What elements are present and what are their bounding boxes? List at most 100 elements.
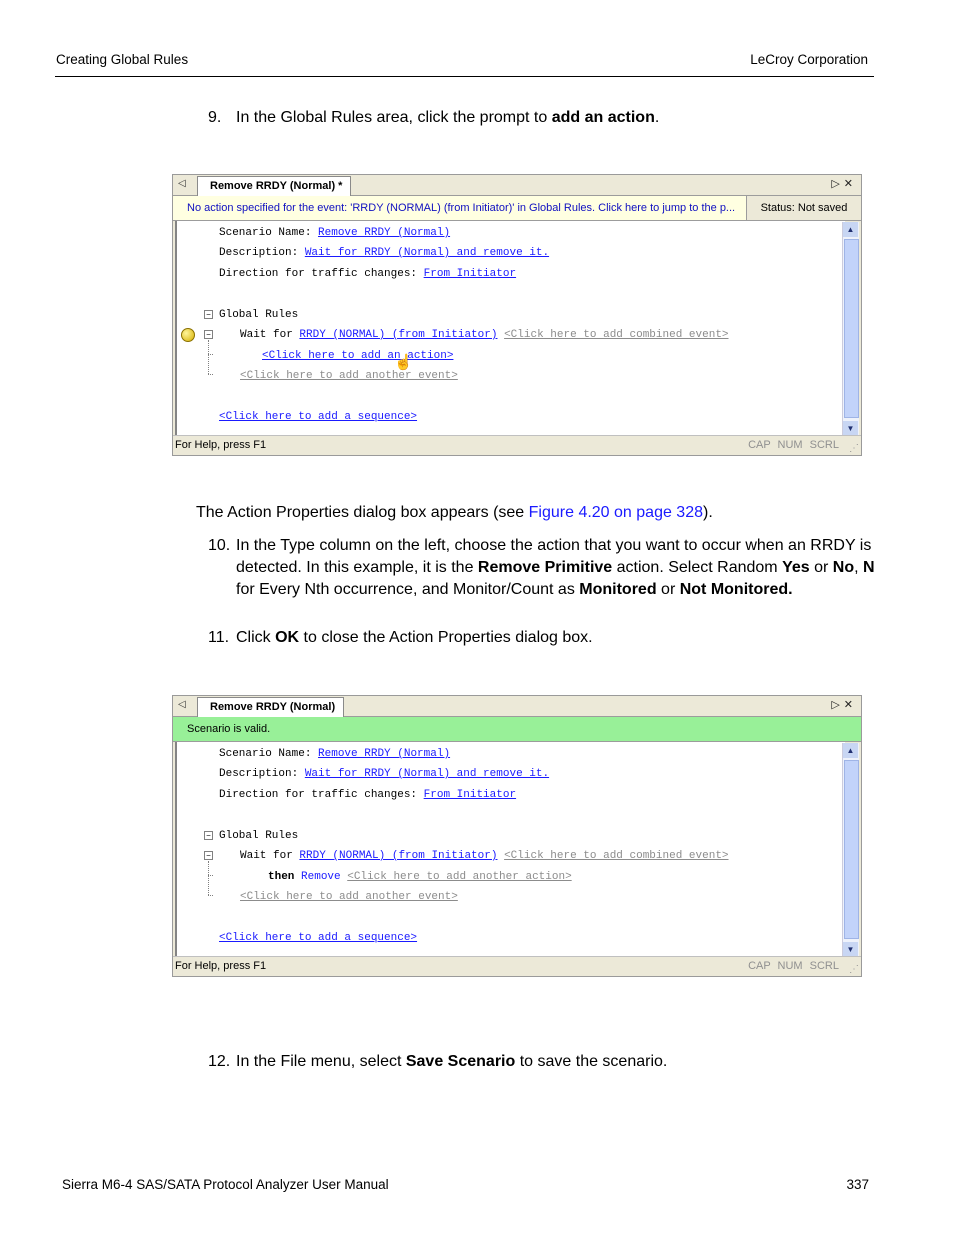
scenario-name-link[interactable]: Remove RRDY (Normal) — [318, 748, 450, 760]
add-another-action-link[interactable]: <Click here to add another action> — [347, 871, 571, 883]
add-combined-event-link[interactable]: <Click here to add combined event> — [504, 850, 728, 862]
add-event-link[interactable]: <Click here to add another event> — [240, 891, 458, 903]
tree-line — [208, 340, 209, 374]
triangle-left-icon[interactable]: ◁ — [178, 178, 186, 189]
direction-link[interactable]: From Initiator — [424, 268, 516, 280]
scenario-name-line: Scenario Name: Remove RRDY (Normal) — [219, 748, 451, 760]
event-line: Wait for RRDY (NORMAL) (from Initiator) … — [240, 850, 729, 862]
add-action-line: <Click here to add an action> — [262, 349, 453, 363]
yellow-circle-icon — [181, 328, 195, 342]
tab-bar: ◁ Remove RRDY (Normal) * ▷✕ — [173, 175, 861, 196]
event-link[interactable]: RRDY (NORMAL) (from Initiator) — [299, 850, 497, 862]
scroll-down-icon[interactable]: ▼ — [843, 942, 858, 957]
event-line: Wait for RRDY (NORMAL) (from Initiator) … — [240, 329, 729, 341]
action-link[interactable]: Remove — [301, 871, 341, 883]
step-number: 12. — [208, 1053, 231, 1070]
warning-message[interactable]: No action specified for the event: 'RRDY… — [187, 196, 735, 220]
running-footer-title: Sierra M6-4 SAS/SATA Protocol Analyzer U… — [62, 1177, 389, 1192]
tab-scenario[interactable]: Remove RRDY (Normal) * — [197, 176, 352, 196]
page-number: 337 — [846, 1177, 869, 1192]
tab-controls: ▷✕ — [831, 177, 857, 190]
add-sequence-line: <Click here to add a sequence> — [219, 931, 417, 945]
tab-scenario[interactable]: Remove RRDY (Normal) — [197, 697, 345, 717]
running-header-company: LeCroy Corporation — [750, 52, 868, 67]
action-line: then Remove <Click here to add another a… — [268, 871, 572, 883]
vertical-scrollbar[interactable]: ▲ ▼ — [842, 222, 859, 436]
status-bar: For Help, press F1 CAP NUM SCRL ⋰ — [173, 435, 861, 455]
direction-link[interactable]: From Initiator — [424, 789, 516, 801]
scroll-thumb[interactable] — [844, 239, 859, 418]
add-sequence-link[interactable]: <Click here to add a sequence> — [219, 932, 417, 944]
scenario-name-line: Scenario Name: Remove RRDY (Normal) — [219, 227, 451, 239]
tree-line — [208, 354, 213, 355]
tree-line — [208, 374, 213, 375]
scenario-name-link[interactable]: Remove RRDY (Normal) — [318, 227, 450, 239]
step-number: 10. — [208, 537, 231, 554]
step-bold: add an action — [551, 109, 655, 126]
scroll-up-icon[interactable]: ▲ — [843, 743, 858, 758]
resize-grip-icon[interactable]: ⋰ — [849, 960, 859, 979]
running-header-title: Creating Global Rules — [56, 52, 189, 67]
figure-reference-link[interactable]: Figure 4.20 on page 328 — [529, 504, 703, 521]
tab-controls: ▷✕ — [831, 698, 857, 711]
add-action-link[interactable]: <Click here to add an action> — [262, 350, 453, 362]
description-line: Description: Wait for RRDY (Normal) and … — [219, 768, 550, 780]
close-icon[interactable]: ✕ — [844, 178, 857, 190]
scenario-editor-window-2: ◁ Remove RRDY (Normal) ▷✕ Scenario is va… — [172, 695, 862, 977]
global-rules-label: Global Rules — [219, 830, 299, 842]
collapse-icon[interactable]: − — [204, 851, 213, 860]
help-text: For Help, press F1 — [175, 960, 267, 972]
rules-editor: Scenario Name: Remove RRDY (Normal) Desc… — [175, 742, 845, 956]
step-text: In the File menu, select — [236, 1053, 406, 1070]
event-link[interactable]: RRDY (NORMAL) (from Initiator) — [299, 329, 497, 341]
status-bar: For Help, press F1 CAP NUM SCRL ⋰ — [173, 956, 861, 976]
step-number: 11. — [208, 629, 230, 646]
message-bar[interactable]: No action specified for the event: 'RRDY… — [173, 196, 861, 221]
add-event-line: <Click here to add another event> — [240, 890, 458, 904]
step-11: 11. Click OK to close the Action Propert… — [208, 627, 878, 649]
dialog-appears-paragraph: The Action Properties dialog box appears… — [196, 504, 713, 521]
key-indicators: CAP NUM SCRL — [748, 960, 839, 972]
resize-grip-icon[interactable]: ⋰ — [849, 439, 859, 458]
scroll-down-icon[interactable]: ▼ — [843, 421, 858, 436]
step-12: 12. In the File menu, select Save Scenar… — [208, 1051, 878, 1073]
triangle-right-icon[interactable]: ▷ — [831, 178, 843, 190]
collapse-icon[interactable]: − — [204, 330, 213, 339]
tree-line — [208, 875, 213, 876]
description-link[interactable]: Wait for RRDY (Normal) and remove it. — [305, 768, 549, 780]
add-event-link[interactable]: <Click here to add another event> — [240, 370, 458, 382]
step-text: Click — [236, 629, 276, 646]
direction-line: Direction for traffic changes: From Init… — [219, 268, 517, 280]
scroll-up-icon[interactable]: ▲ — [843, 222, 858, 237]
status-indicator: Status: Not saved — [746, 196, 861, 220]
global-rules-label: Global Rules — [219, 309, 299, 321]
add-sequence-link[interactable]: <Click here to add a sequence> — [219, 411, 417, 423]
tab-bar: ◁ Remove RRDY (Normal) ▷✕ — [173, 696, 861, 717]
close-icon[interactable]: ✕ — [844, 699, 857, 711]
step-bold: Save Scenario — [405, 1053, 516, 1070]
triangle-right-icon[interactable]: ▷ — [831, 699, 843, 711]
step-9: 9. In the Global Rules area, click the p… — [208, 107, 878, 129]
step-text: In the Global Rules area, click the prom… — [236, 109, 552, 126]
step-10: 10. In the Type column on the left, choo… — [208, 535, 878, 601]
step-text: In the Type column on the left, choose t… — [236, 537, 875, 598]
collapse-icon[interactable]: − — [204, 831, 213, 840]
collapse-icon[interactable]: − — [204, 310, 213, 319]
header-rule — [55, 76, 874, 77]
valid-message: Scenario is valid. — [187, 723, 271, 735]
help-text: For Help, press F1 — [175, 439, 267, 451]
message-bar: Scenario is valid. — [173, 717, 861, 742]
scenario-editor-window-1: ◁ Remove RRDY (Normal) * ▷✕ No action sp… — [172, 174, 862, 456]
add-event-line: <Click here to add another event> — [240, 369, 458, 383]
description-line: Description: Wait for RRDY (Normal) and … — [219, 247, 550, 259]
step-text: . — [654, 109, 660, 126]
description-link[interactable]: Wait for RRDY (Normal) and remove it. — [305, 247, 549, 259]
scroll-thumb[interactable] — [844, 760, 859, 939]
add-sequence-line: <Click here to add a sequence> — [219, 410, 417, 424]
vertical-scrollbar[interactable]: ▲ ▼ — [842, 743, 859, 957]
add-combined-event-link[interactable]: <Click here to add combined event> — [504, 329, 728, 341]
step-number: 9. — [208, 109, 222, 126]
step-text: to close the Action Properties dialog bo… — [299, 629, 593, 646]
rules-editor: Scenario Name: Remove RRDY (Normal) Desc… — [175, 221, 845, 435]
triangle-left-icon[interactable]: ◁ — [178, 699, 186, 710]
